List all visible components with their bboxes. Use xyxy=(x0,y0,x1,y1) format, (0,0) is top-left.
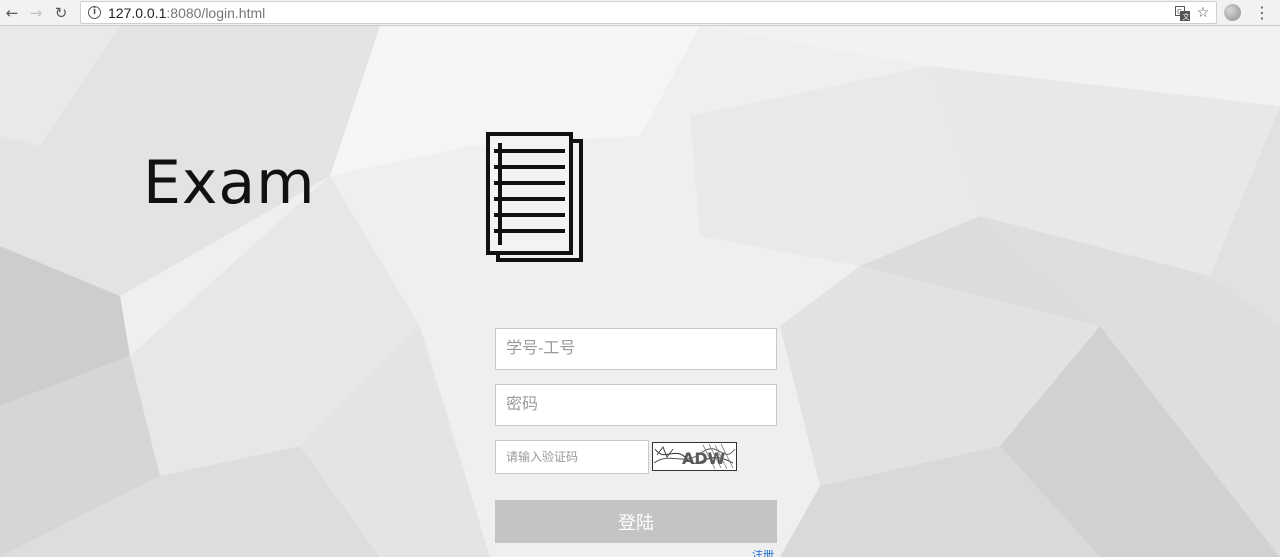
document-icon xyxy=(486,132,583,262)
register-link[interactable]: 注册 xyxy=(752,550,774,557)
app-title: Exam xyxy=(143,148,316,218)
translate-icon[interactable]: G 文 xyxy=(1173,4,1191,22)
polygon-background xyxy=(0,26,1280,557)
extension-icon[interactable] xyxy=(1224,4,1241,21)
forward-icon[interactable]: → xyxy=(26,3,46,23)
url-path: :8080/login.html xyxy=(166,5,266,21)
back-icon[interactable]: ← xyxy=(2,3,22,23)
login-button[interactable]: 登陆 xyxy=(495,500,777,543)
username-input[interactable] xyxy=(495,328,777,370)
captcha-text: ADW xyxy=(682,449,726,468)
address-bar[interactable]: i 127.0.0.1:8080/login.html G 文 ☆ xyxy=(80,1,1217,24)
login-page: Exam ADW 登陆 注册 xyxy=(0,26,1280,557)
svg-text:文: 文 xyxy=(1182,12,1189,21)
url-text[interactable]: 127.0.0.1:8080/login.html xyxy=(108,5,265,21)
browser-toolbar: ← → ↻ i 127.0.0.1:8080/login.html G 文 ☆ … xyxy=(0,0,1280,26)
exam-logo xyxy=(480,129,800,269)
password-input[interactable] xyxy=(495,384,777,426)
captcha-image[interactable]: ADW xyxy=(652,442,737,471)
captcha-input[interactable] xyxy=(495,440,649,474)
reload-icon[interactable]: ↻ xyxy=(51,3,71,23)
browser-menu-icon[interactable]: ⋮ xyxy=(1254,3,1270,23)
url-host: 127.0.0.1 xyxy=(108,5,167,21)
info-icon[interactable]: i xyxy=(88,6,101,19)
bookmark-star-icon[interactable]: ☆ xyxy=(1194,4,1212,22)
